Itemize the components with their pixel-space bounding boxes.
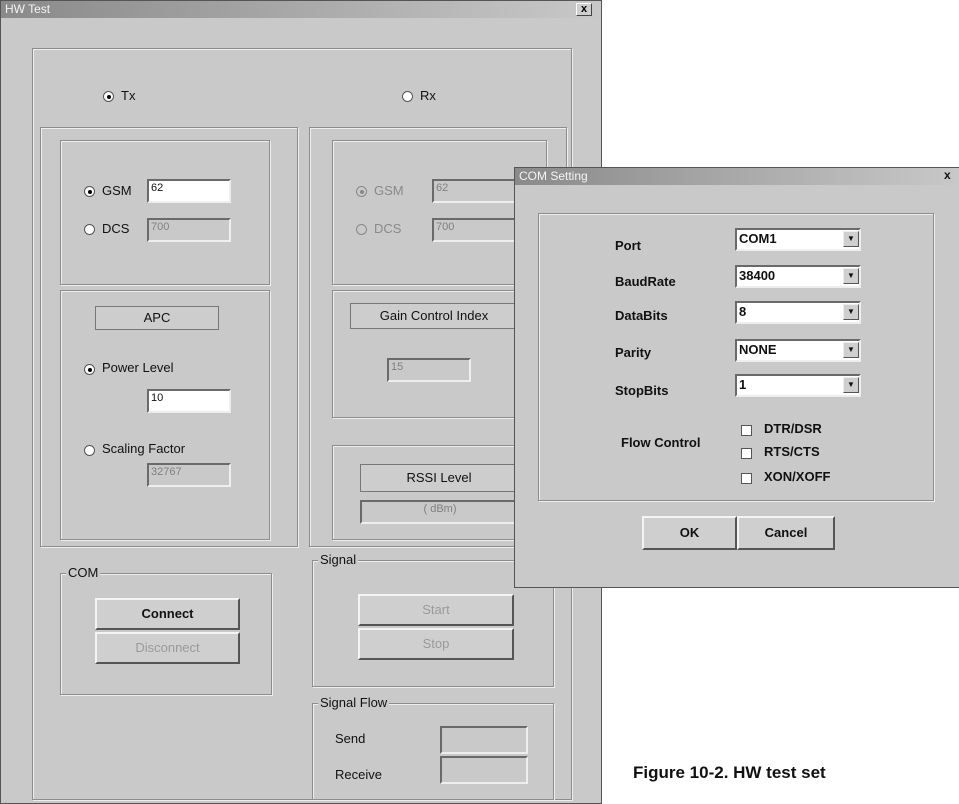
parity-dropdown-icon[interactable]: ▼ xyxy=(843,342,859,358)
tx-gsm-radio[interactable] xyxy=(84,186,95,197)
apc-label: APC xyxy=(95,306,219,330)
rx-dcs-label: DCS xyxy=(374,221,402,236)
figure-caption: Figure 10-2. HW test set xyxy=(633,763,826,782)
disconnect-button[interactable]: Disconnect xyxy=(95,632,240,664)
com-legend: COM xyxy=(66,565,101,580)
gain-control-label: Gain Control Index xyxy=(350,303,518,329)
rssi-label: RSSI Level xyxy=(360,464,518,492)
receive-label: Receive xyxy=(335,767,382,782)
gain-control-field: 15 xyxy=(387,358,471,382)
port-dropdown-icon[interactable]: ▼ xyxy=(843,231,859,247)
tx-gsm-label: GSM xyxy=(102,183,132,198)
baudrate-dropdown-icon[interactable]: ▼ xyxy=(843,268,859,284)
rx-gsm-radio[interactable] xyxy=(356,186,367,197)
hw-test-close-button[interactable]: x xyxy=(576,3,592,16)
flow-control-label: Flow Control xyxy=(621,435,701,450)
scaling-factor-label: Scaling Factor xyxy=(102,441,186,456)
rx-dcs-field: 700 xyxy=(432,218,516,242)
databits-label: DataBits xyxy=(615,308,668,323)
rx-gsm-label: GSM xyxy=(374,183,404,198)
parity-label: Parity xyxy=(615,345,652,360)
start-button[interactable]: Start xyxy=(358,594,514,626)
rts-cts-checkbox[interactable] xyxy=(741,448,752,459)
dtr-dsr-checkbox[interactable] xyxy=(741,425,752,436)
tx-dcs-field: 700 xyxy=(147,218,231,242)
stop-button[interactable]: Stop xyxy=(358,628,514,660)
ok-button[interactable]: OK xyxy=(642,516,737,550)
rts-cts-label: RTS/CTS xyxy=(764,444,820,459)
hw-test-title: HW Test xyxy=(5,2,51,16)
baudrate-label: BaudRate xyxy=(615,274,676,289)
tx-dcs-label: DCS xyxy=(102,221,130,236)
tx-gsm-field[interactable]: 62 xyxy=(147,179,231,203)
cancel-button[interactable]: Cancel xyxy=(737,516,835,550)
scaling-factor-field: 32767 xyxy=(147,463,231,487)
stopbits-label: StopBits xyxy=(615,383,669,398)
databits-dropdown-icon[interactable]: ▼ xyxy=(843,304,859,320)
stopbits-dropdown-icon[interactable]: ▼ xyxy=(843,377,859,393)
send-indicator xyxy=(440,726,528,754)
power-level-radio[interactable] xyxy=(84,364,95,375)
tx-dcs-radio[interactable] xyxy=(84,224,95,235)
hw-test-titlebar[interactable]: HW Test xyxy=(1,1,601,18)
xon-xoff-label: XON/XOFF xyxy=(764,469,831,484)
rx-dcs-radio[interactable] xyxy=(356,224,367,235)
port-label: Port xyxy=(615,238,641,253)
send-label: Send xyxy=(335,731,366,746)
com-setting-close-button[interactable]: x xyxy=(944,168,951,182)
rx-radio[interactable] xyxy=(402,91,413,102)
power-level-label: Power Level xyxy=(102,360,174,375)
com-setting-titlebar[interactable]: COM Setting xyxy=(515,168,959,185)
signal-legend: Signal xyxy=(318,552,359,567)
connect-button[interactable]: Connect xyxy=(95,598,240,630)
tx-radio[interactable] xyxy=(103,91,114,102)
xon-xoff-checkbox[interactable] xyxy=(741,473,752,484)
receive-indicator xyxy=(440,756,528,784)
rx-gsm-field: 62 xyxy=(432,179,516,203)
dtr-dsr-label: DTR/DSR xyxy=(764,421,822,436)
scaling-factor-radio[interactable] xyxy=(84,445,95,456)
rx-label: Rx xyxy=(420,88,436,103)
signal-flow-legend: Signal Flow xyxy=(318,695,390,710)
power-level-field[interactable]: 10 xyxy=(147,389,231,413)
tx-label: Tx xyxy=(121,88,136,103)
com-setting-title: COM Setting xyxy=(519,169,588,183)
rssi-value: ( dBm) xyxy=(360,500,518,524)
tx-band-group xyxy=(60,140,270,285)
